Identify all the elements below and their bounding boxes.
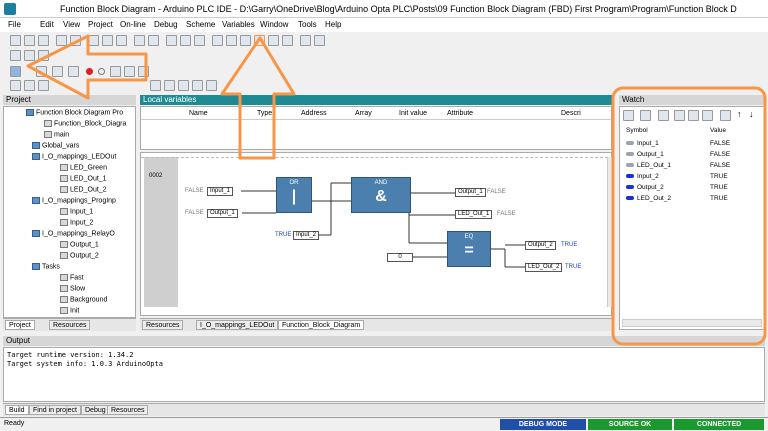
annotation-overlay — [26, 34, 767, 346]
up-arrow-icon — [220, 36, 296, 160]
left-arrow-icon — [26, 34, 148, 100]
watch-highlight-box — [611, 86, 767, 346]
ide-window: Function Block Diagram - Arduino PLC IDE… — [0, 0, 768, 431]
